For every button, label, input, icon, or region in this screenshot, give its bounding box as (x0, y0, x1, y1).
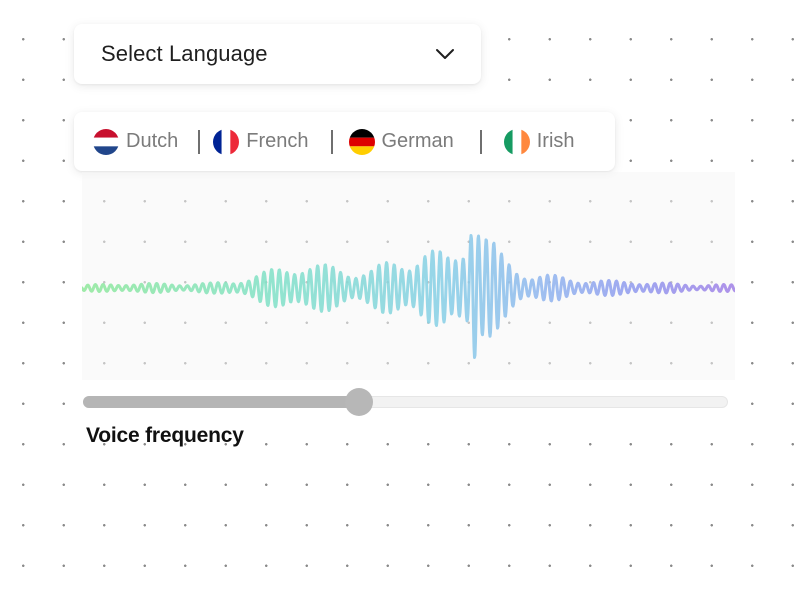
language-select-dropdown[interactable]: Select Language (74, 24, 481, 84)
slider-thumb[interactable] (345, 388, 374, 416)
flag-band (512, 128, 522, 155)
language-option-irish[interactable]: Irish (503, 128, 575, 155)
ireland-flag-icon (503, 128, 530, 155)
language-options-bar: Dutch French German Irish (74, 112, 615, 171)
flag-band (348, 145, 375, 155)
language-option-german[interactable]: German (348, 128, 454, 155)
voice-waveform (82, 172, 735, 380)
language-name: Dutch (126, 130, 179, 152)
language-option-dutch[interactable]: Dutch (93, 128, 179, 155)
language-name: German (381, 130, 454, 152)
flag-band (213, 128, 222, 155)
waveform-line (82, 233, 735, 359)
flag-band (221, 128, 231, 155)
flag-band (503, 128, 513, 155)
flag-band (230, 128, 240, 155)
flag-band (93, 128, 119, 138)
divider (198, 129, 201, 154)
france-flag-icon (213, 128, 240, 155)
language-name: Irish (536, 130, 575, 152)
divider (479, 129, 482, 154)
language-name: French (246, 130, 309, 152)
flag-band (93, 137, 119, 146)
voice-frequency-label: Voice frequency (86, 424, 244, 447)
flag-band (348, 128, 375, 138)
language-select-label: Select Language (101, 41, 268, 66)
voice-frequency-slider[interactable] (83, 387, 728, 417)
divider (330, 129, 333, 154)
language-option-french[interactable]: French (213, 128, 309, 155)
flag-band (348, 137, 375, 146)
germany-flag-icon (348, 128, 375, 155)
waveform-graphic (82, 233, 735, 359)
slider-fill (83, 396, 360, 408)
flag-band (521, 128, 530, 155)
netherlands-flag-icon (93, 128, 119, 155)
chevron-down-icon[interactable] (435, 44, 455, 64)
flag-band (93, 145, 119, 155)
